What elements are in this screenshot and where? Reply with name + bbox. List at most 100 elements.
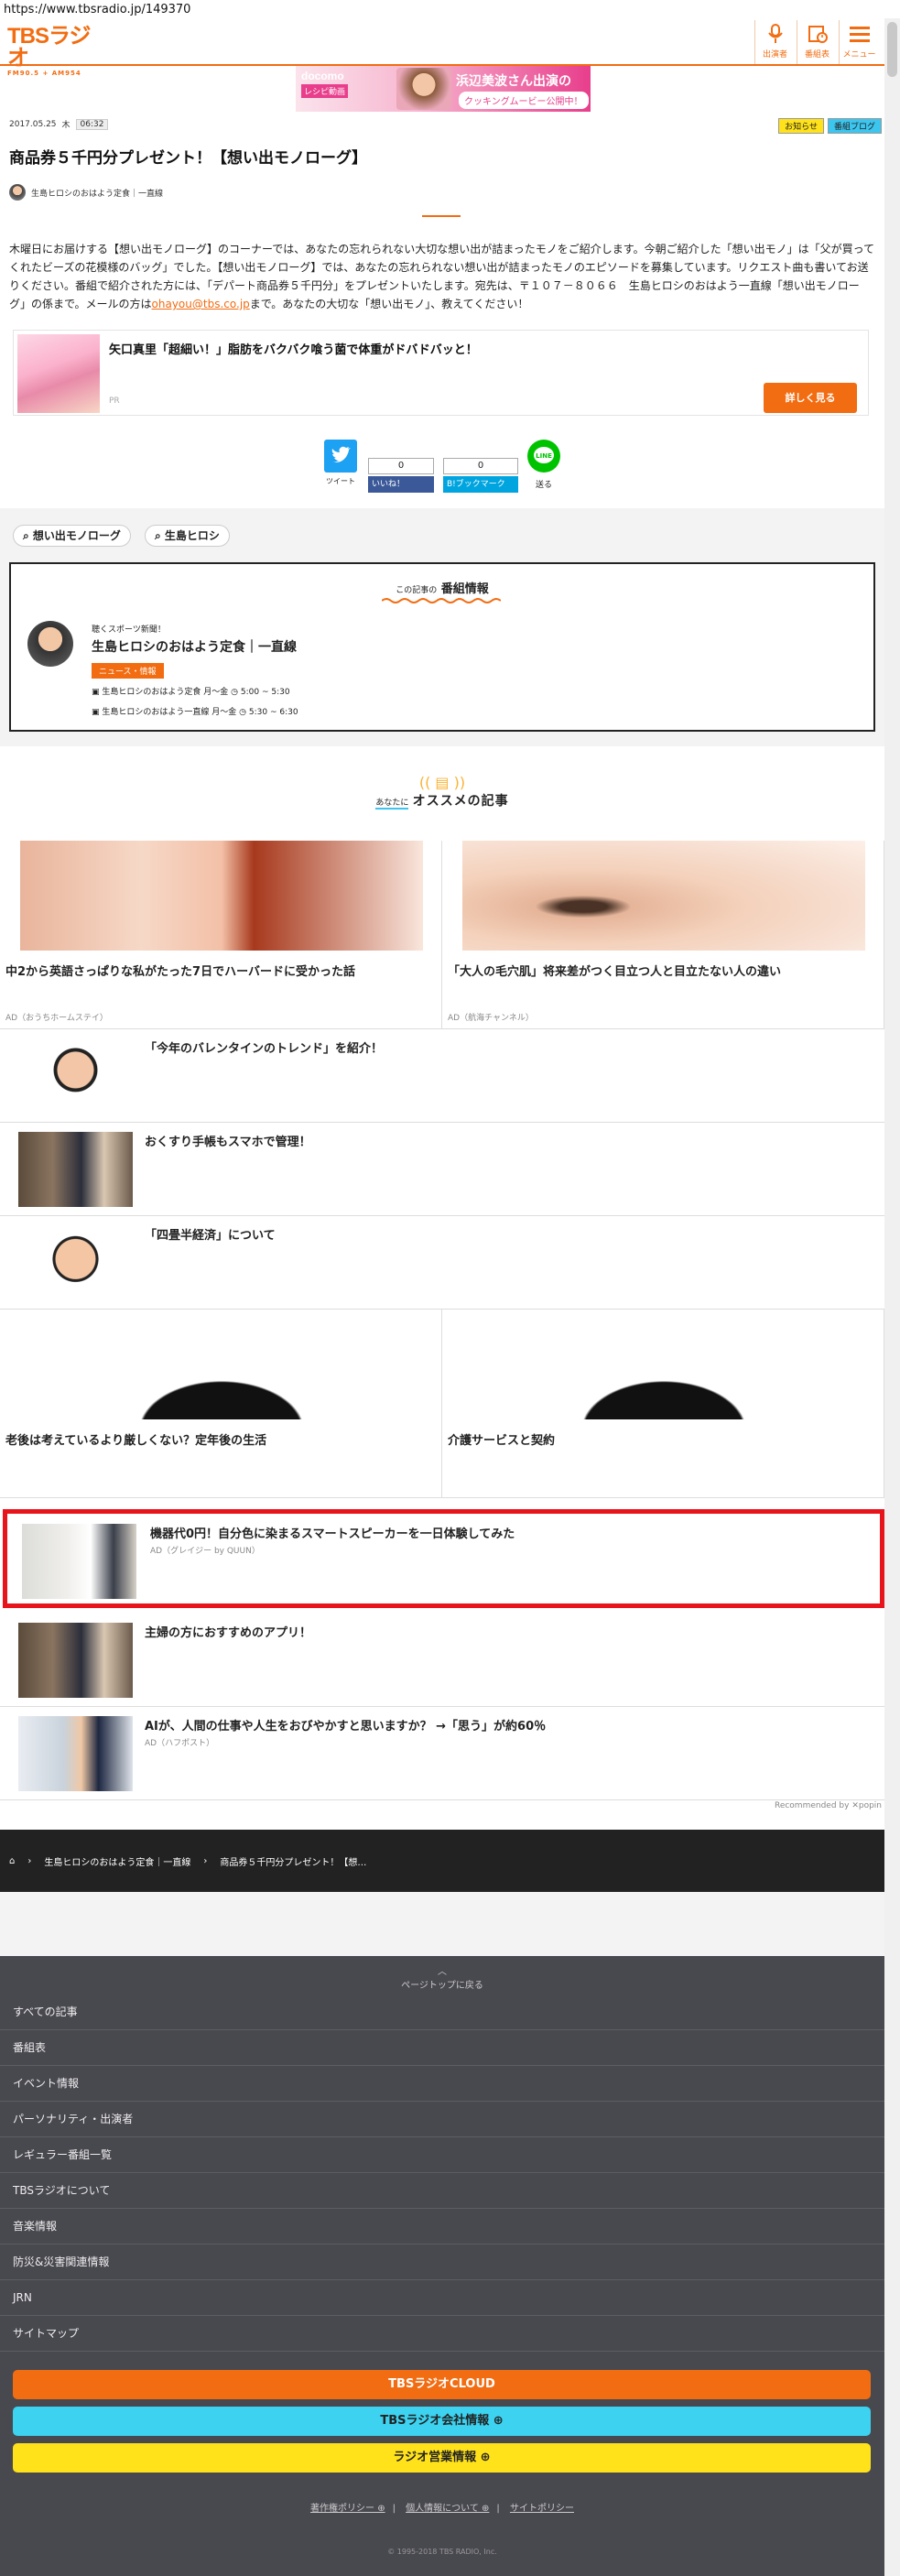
banner-cta: クッキングムービー公開中！	[459, 92, 589, 109]
recommend-card[interactable]: 介護サービスと契約	[442, 1310, 884, 1498]
program-name: 生島ヒロシのおはよう定食｜一直線	[31, 189, 164, 199]
tbs-cloud-button[interactable]: TBSラジオCLOUD	[13, 2370, 871, 2399]
keyword-label: 生島ヒロシ	[164, 529, 220, 542]
article-title: 商品券５千円分プレゼント！【想い出モノローグ】	[9, 149, 367, 168]
privacy-link[interactable]: 個人情報について ⊕	[406, 2504, 489, 2514]
article-program[interactable]: 生島ヒロシのおはよう定食｜一直線	[9, 184, 163, 201]
company-info-button[interactable]: TBSラジオ会社情報 ⊕	[13, 2407, 871, 2436]
related-sponsor: PR	[109, 397, 120, 406]
tag-news[interactable]: お知らせ	[778, 118, 824, 134]
breadcrumb-item: 商品券５千円分プレゼント！【想…	[220, 1857, 367, 1868]
program-info-heading: この記事の 番組情報	[11, 579, 873, 596]
twitter-button[interactable]	[324, 440, 357, 473]
share-buttons: ツイート 0 いいね！ 0 B!ブックマーク LINE 送る	[324, 440, 562, 496]
article-body: 木曜日にお届けする【想い出モノローグ】のコーナーでは、あなたの忘れられない大切な…	[9, 240, 874, 313]
scrollbar[interactable]	[884, 18, 900, 2576]
footer-menu-item[interactable]: 音楽情報	[0, 2209, 884, 2244]
program-title-link[interactable]: 生島ヒロシのおはよう定食｜一直線	[92, 637, 297, 656]
recommend-row[interactable]: 主婦の方におすすめのアプリ！	[0, 1614, 884, 1707]
related-ad-card[interactable]: 矢口真里「超細い！」脂肪をバクバク喰う菌で体重がドバドバッと！ PR 詳しく見る	[13, 330, 869, 416]
program-category-badge: ニュース・情報	[92, 663, 164, 679]
breadcrumb: ⌂ › 生島ヒロシのおはよう定食｜一直線 › 商品券５千円分プレゼント！【想…	[0, 1830, 884, 1892]
facebook-like-button[interactable]: いいね！	[368, 476, 434, 493]
host-avatar[interactable]	[27, 621, 73, 667]
recommend-card[interactable]: 老後は考えているより厳しくない？定年後の生活	[0, 1310, 442, 1498]
recommend-card[interactable]: 中2から英語さっぱりな私がたった7日でハーバードに受かった話 AD（おうちホーム…	[0, 841, 442, 1029]
footer-menu-item[interactable]: レギュラー番組一覧	[0, 2137, 884, 2173]
banner-tag: レシピ動画	[301, 84, 349, 98]
schedule-prog: 生島ヒロシのおはよう定食 月～金	[102, 688, 229, 697]
footer-menu-item[interactable]: サイトマップ	[0, 2316, 884, 2352]
keyword-label: 想い出モノローグ	[32, 529, 121, 542]
related-title: 矢口真里「超細い！」脂肪をバクバク喰う菌で体重がドバドバッと！	[109, 343, 478, 357]
footer-menu-item[interactable]: TBSラジオについて	[0, 2173, 884, 2209]
recommend-card-title: 老後は考えているより厳しくない？定年後の生活	[5, 1434, 267, 1448]
footer-menu-item[interactable]: すべての記事	[0, 1994, 884, 2030]
divider	[422, 215, 461, 217]
recommend-card-image	[20, 841, 423, 951]
program-tagline: 聴くスポーツ新聞！	[92, 625, 166, 635]
recommend-row-title: 主婦の方におすすめのアプリ！	[145, 1626, 312, 1640]
breadcrumb-item[interactable]: 生島ヒロシのおはよう定食｜一直線	[44, 1854, 190, 1868]
logo-sub: FM90.5 + AM954	[7, 70, 81, 77]
recommend-row-image	[18, 1132, 133, 1207]
schedule-time: 5:30 ~ 6:30	[248, 708, 298, 717]
breadcrumb-separator: ›	[27, 1855, 32, 1866]
recommend-card-ad: AD（おうちホームステイ）	[5, 1014, 108, 1023]
email-link[interactable]: ohayou@tbs.co.jp	[152, 298, 250, 310]
footer-menu-item[interactable]: JRN	[0, 2280, 884, 2316]
hatena-bookmark-button[interactable]: B!ブックマーク	[443, 476, 518, 493]
schedule-button[interactable]: 番組表	[797, 20, 837, 64]
footer-menu-item[interactable]: 番組表	[0, 2030, 884, 2066]
footer-menu-item[interactable]: イベント情報	[0, 2066, 884, 2102]
tag-blog[interactable]: 番組ブログ	[827, 118, 882, 134]
related-thumbnail	[17, 334, 100, 413]
recommend-pre: あなたに	[375, 799, 409, 810]
browser-url-bar[interactable]: https://www.tbsradio.jp/149370	[0, 0, 900, 20]
keyword-tag-ikushima[interactable]: ⌕ 生島ヒロシ	[145, 525, 230, 547]
line-icon: LINE	[534, 447, 554, 463]
recommend-card-title: 介護サービスと契約	[448, 1434, 556, 1448]
program-info-box: この記事の 番組情報 聴くスポーツ新聞！ 生島ヒロシのおはよう定食｜一直線 ニュ…	[9, 562, 875, 732]
recommended-by[interactable]: Recommended by ✕popin	[775, 1801, 882, 1810]
hatena-count: 0	[443, 458, 518, 474]
clock-icon: ◷	[231, 688, 238, 697]
footer-menu-item[interactable]: 防災&災害関連情報	[0, 2244, 884, 2280]
tbs-radio-logo[interactable]: TBSラジオ FM90.5 + AM954	[7, 26, 108, 78]
breadcrumb-separator: ›	[203, 1855, 208, 1866]
copyright-policy-link[interactable]: 著作権ポリシー ⊕	[310, 2504, 385, 2514]
sales-info-button[interactable]: ラジオ営業情報 ⊕	[13, 2443, 871, 2473]
menu-button[interactable]: メニュー	[839, 20, 879, 64]
recommend-card[interactable]: 「大人の毛穴肌」将来差がつく目立つ人と目立たない人の違い AD（航海チャンネル）	[442, 841, 884, 1029]
site-policy-link[interactable]: サイトポリシー	[510, 2504, 574, 2514]
line-button[interactable]: LINE	[527, 440, 560, 473]
page-top-button[interactable]: ︿ ページトップに戻る	[0, 1963, 884, 1991]
footer-menu-item[interactable]: パーソナリティ・出演者	[0, 2102, 884, 2137]
heading-text: 番組情報	[440, 582, 489, 596]
recommend-row[interactable]: 「四畳半経済」について	[0, 1216, 884, 1310]
recommend-title: オススメの記事	[412, 794, 509, 809]
recommend-card-image	[20, 1310, 423, 1419]
keyword-tag-omoide[interactable]: ⌕ 想い出モノローグ	[13, 525, 131, 547]
recommend-row-image	[18, 1716, 133, 1791]
scrollbar-thumb[interactable]	[887, 22, 897, 77]
schedule-prog: 生島ヒロシのおはよう一直線 月～金	[102, 708, 237, 717]
recommend-row[interactable]: AIが、人間の仕事や人生をおびやかすと思いますか？ →「思う」が約60％ AD（…	[0, 1707, 884, 1800]
tweet-label: ツイート	[326, 477, 355, 485]
recommend-card-ad: AD（航海チャンネル）	[448, 1014, 534, 1023]
calendar-icon: ▣	[92, 688, 100, 697]
ad-banner[interactable]: docomo レシピ動画 浜辺美波さん出演の クッキングムービー公開中！	[296, 66, 591, 112]
recommend-row[interactable]: おくすり手帳もスマホで管理！	[0, 1123, 884, 1216]
recby-label: Recommended by	[774, 1801, 850, 1810]
article-date: 2017.05.25	[9, 119, 57, 129]
home-icon[interactable]: ⌂	[9, 1856, 15, 1866]
performers-button[interactable]: 出演者	[754, 20, 795, 64]
details-button[interactable]: 詳しく見る	[764, 383, 857, 413]
program-avatar	[9, 184, 26, 201]
footer-links: 著作権ポリシー ⊕ | 個人情報について ⊕ | サイトポリシー	[310, 2504, 574, 2514]
radio-icon: (( ▤ ))	[418, 774, 466, 791]
recommend-row-ad-label: AD（ハフポスト）	[145, 1739, 215, 1748]
recommend-row[interactable]: 「今年のバレンタインのトレンド」を紹介！	[0, 1029, 884, 1123]
chevron-up-icon: ︿	[438, 1967, 447, 1977]
banner-headline: 浜辺美波さん出演の	[456, 74, 571, 89]
